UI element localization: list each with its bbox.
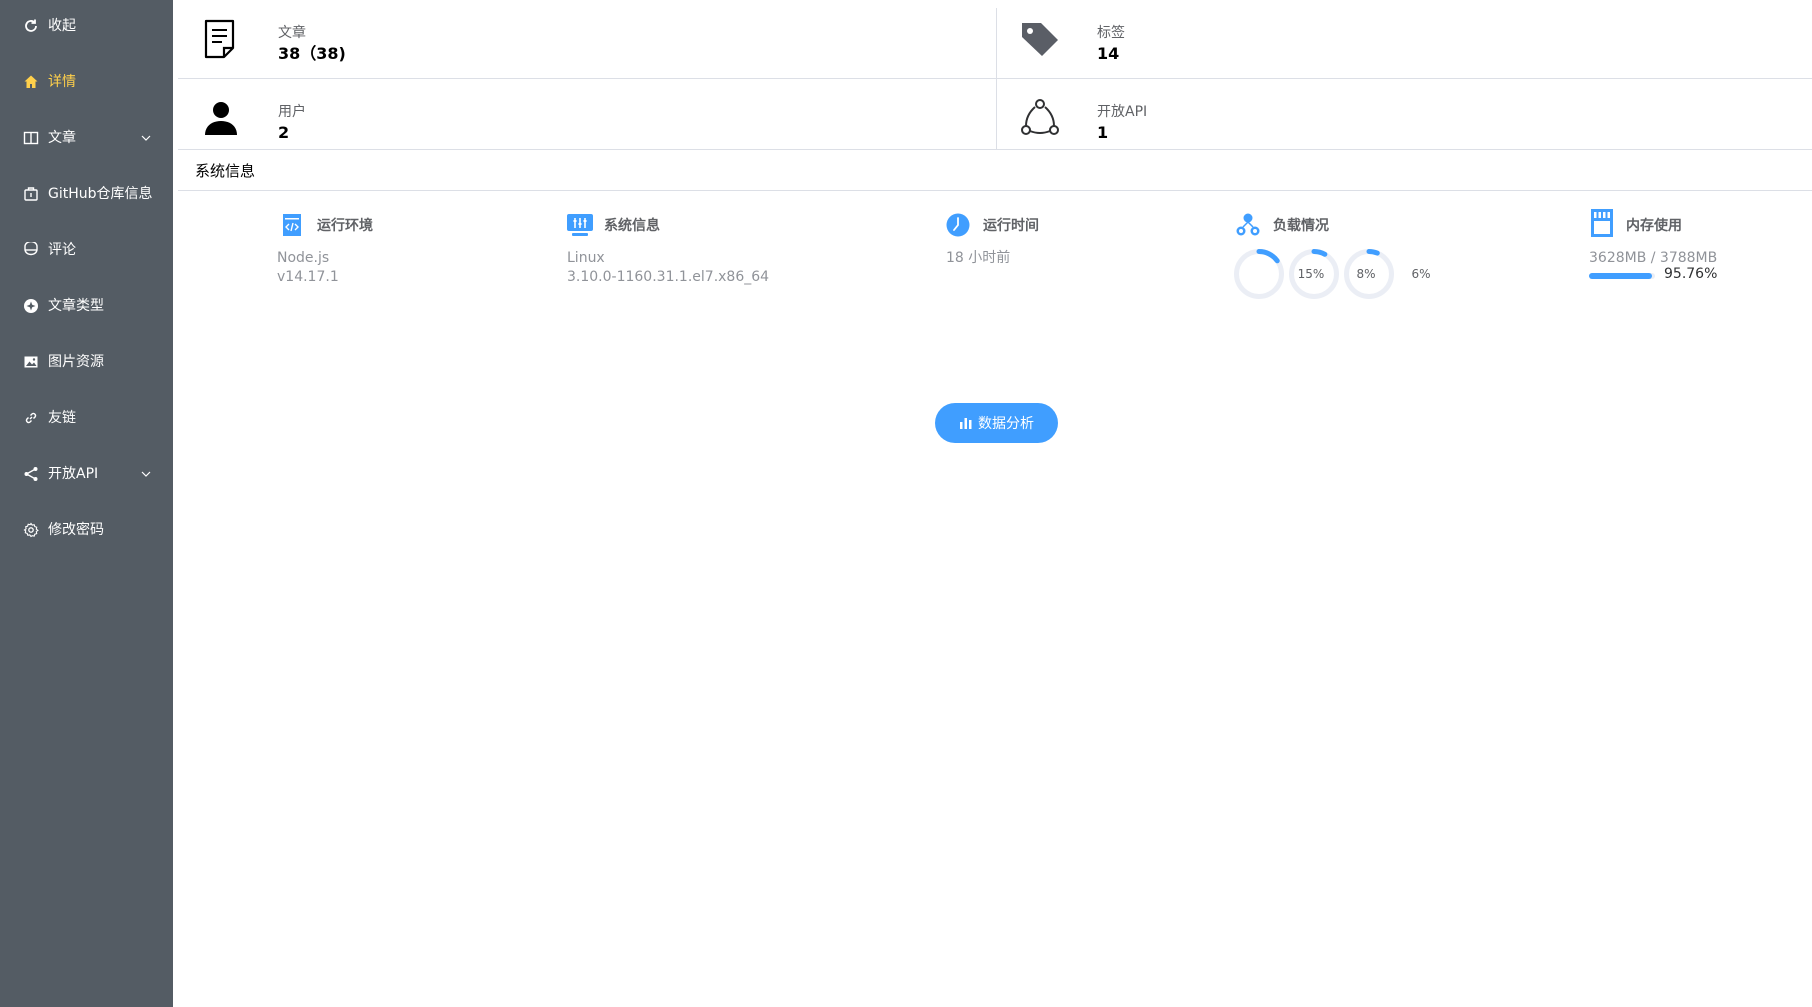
gear-icon	[23, 522, 39, 538]
sidebar-item-articles[interactable]: 文章	[0, 118, 173, 158]
sidebar-item-comments[interactable]: 评论	[0, 230, 173, 270]
data-analysis-button[interactable]: 数据分析	[935, 403, 1058, 443]
sidebar-item-label: 图片资源	[48, 354, 104, 370]
sidebar-item-label: 评论	[48, 242, 76, 258]
divider	[178, 149, 1812, 150]
sidebar-item-friend-links[interactable]: 友链	[0, 398, 173, 438]
divider	[996, 8, 997, 149]
refresh-icon	[25, 19, 37, 32]
bar-chart-icon	[960, 418, 972, 429]
uptime-value: 18 小时前	[946, 250, 1011, 266]
home-icon	[24, 75, 38, 88]
articles-count: 38（38)	[278, 44, 346, 63]
memory-percent: 95.76%	[1664, 266, 1718, 282]
load-ring-3: 6%	[1343, 248, 1431, 300]
sidebar-item-label: GitHub仓库信息	[48, 186, 153, 202]
users-label: 用户	[278, 104, 306, 120]
api-share-icon	[1021, 99, 1059, 135]
repository-icon	[24, 187, 38, 201]
user-icon	[205, 102, 237, 135]
os-name: Linux	[567, 250, 605, 266]
open-api-count: 1	[1097, 123, 1109, 142]
tag-icon	[1022, 23, 1058, 56]
sidebar-item-collapse[interactable]: 收起	[0, 6, 173, 46]
sidebar-item-label: 详情	[48, 74, 76, 90]
sidebar-item-label: 友链	[48, 410, 76, 426]
users-count: 2	[278, 123, 290, 142]
sidebar-item-change-password[interactable]: 修改密码	[0, 510, 173, 550]
memory-progress-fill	[1589, 273, 1653, 279]
tags-label: 标签	[1097, 25, 1125, 41]
tags-count: 14	[1097, 44, 1120, 63]
os-title: 系统信息	[604, 218, 660, 234]
uptime-title: 运行时间	[983, 218, 1039, 234]
clock-icon	[946, 213, 970, 237]
runtime-name: Node.js	[277, 250, 330, 266]
memory-progress-bar	[1589, 273, 1655, 279]
sidebar-item-github[interactable]: GitHub仓库信息	[0, 174, 173, 214]
book-icon	[23, 131, 39, 145]
share-icon	[24, 467, 38, 481]
stat-card-open-api[interactable]: 开放API 1	[997, 79, 1812, 157]
code-file-icon	[283, 214, 301, 236]
document-icon	[204, 19, 235, 59]
sidebar-item-label: 修改密码	[48, 522, 104, 538]
chevron-down-icon	[141, 135, 151, 141]
open-api-label: 开放API	[1097, 104, 1148, 120]
load-ring-2: 8%	[1288, 248, 1376, 300]
sidebar-item-details[interactable]: 详情	[0, 62, 173, 102]
divider	[178, 78, 1812, 79]
link-icon	[25, 412, 37, 424]
sidebar-item-open-api[interactable]: 开放API	[0, 454, 173, 494]
os-kernel: 3.10.0-1160.31.1.el7.x86_64	[567, 269, 770, 285]
sidebar-item-label: 收起	[48, 18, 76, 34]
image-icon	[24, 356, 38, 368]
articles-label: 文章	[278, 25, 306, 41]
runtime-version: v14.17.1	[277, 269, 339, 285]
sidebar-item-label: 文章类型	[48, 298, 104, 314]
system-info-title: 系统信息	[195, 162, 256, 180]
memory-title: 内存使用	[1626, 218, 1682, 234]
memory-usage: 3628MB / 3788MB	[1589, 250, 1718, 266]
sidebar: 收起 详情 文章 GitHub仓库信息 评论 文章类型 图片资源 友链 开放AP…	[0, 0, 173, 1007]
server-icon	[567, 214, 593, 236]
memory-card-icon	[1591, 209, 1613, 237]
sidebar-item-label: 开放API	[48, 466, 99, 482]
stat-card-articles[interactable]: 文章 38（38)	[178, 0, 996, 78]
load-title: 负载情况	[1273, 218, 1329, 234]
sidebar-item-article-types[interactable]: 文章类型	[0, 286, 173, 326]
sidebar-item-label: 文章	[48, 130, 76, 146]
chevron-down-icon	[141, 471, 151, 477]
stat-card-tags[interactable]: 标签 14	[997, 0, 1812, 78]
sidebar-item-images[interactable]: 图片资源	[0, 342, 173, 382]
load-ring-1: 15%	[1233, 248, 1324, 300]
stat-card-users[interactable]: 用户 2	[178, 79, 996, 157]
cluster-icon	[1236, 213, 1260, 236]
category-icon	[24, 299, 38, 313]
comment-icon	[24, 242, 38, 256]
data-analysis-label: 数据分析	[978, 416, 1034, 432]
load-value-3: 6%	[1411, 267, 1431, 281]
divider	[178, 190, 1812, 191]
runtime-title: 运行环境	[317, 218, 373, 234]
